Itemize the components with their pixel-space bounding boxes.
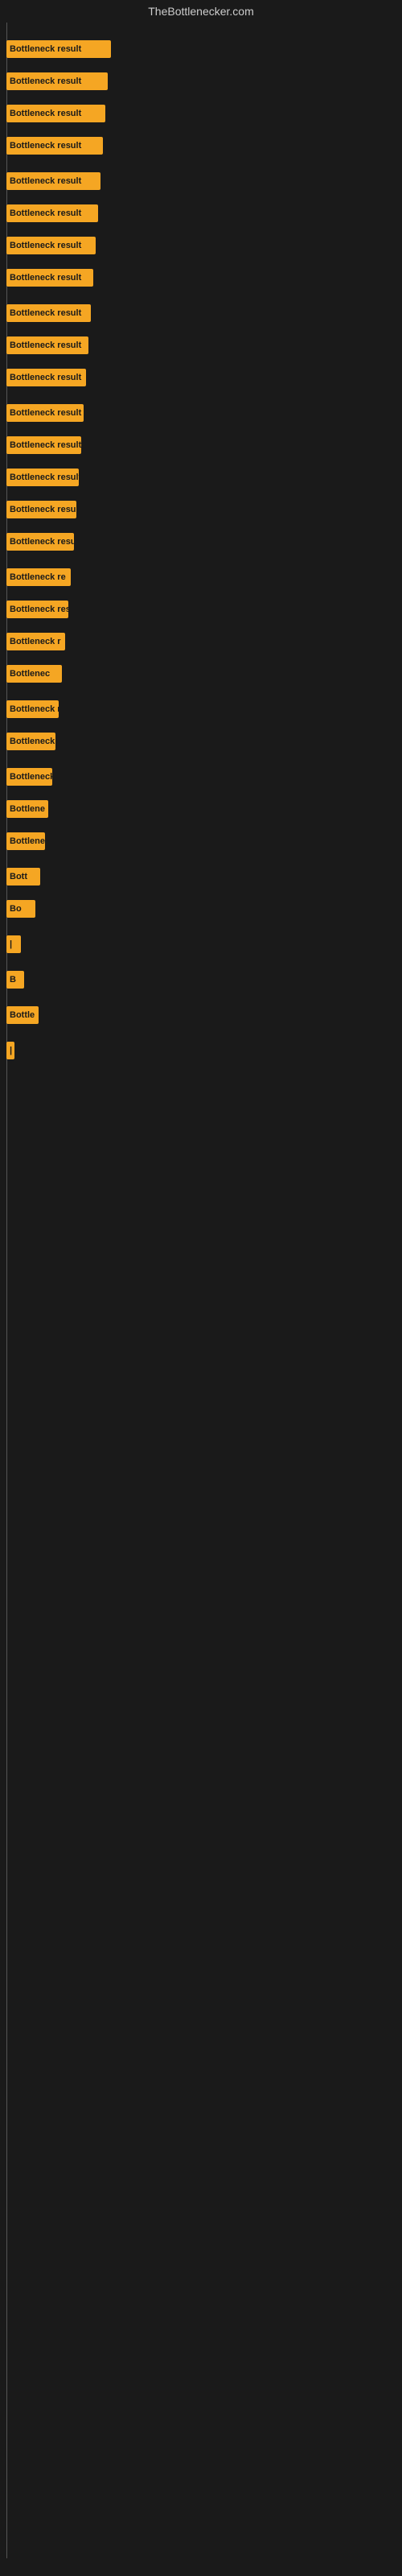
bar-label: Bottleneck r <box>10 637 61 646</box>
bar-label: Bottleneck result <box>10 605 68 614</box>
site-title: TheBottlenecker.com <box>0 0 402 23</box>
bar-item: Bottlene <box>6 800 48 818</box>
bar-item: Bottleneck r <box>6 832 45 850</box>
bar-label: Bottleneck result <box>10 176 81 186</box>
bar-label: Bottleneck result <box>10 505 76 514</box>
bar-label: Bott <box>10 872 27 881</box>
bar-item: Bottleneck result <box>6 369 86 386</box>
bar-item: Bottleneck result <box>6 172 100 190</box>
bar-item: Bottleneck result <box>6 237 96 254</box>
bar-label: Bottleneck <box>10 737 55 746</box>
bar-label: Bottleneck re <box>10 572 66 582</box>
bar-item: Bottleneck result <box>6 72 108 90</box>
bar-item: Bottleneck re <box>6 568 71 586</box>
bar-item: Bottleneck result <box>6 336 88 354</box>
bar-label: Bottleneck result <box>10 373 81 382</box>
axis-line <box>6 23 7 2558</box>
bar-label: Bottleneck result <box>10 208 81 218</box>
bar-label: Bottle <box>10 1010 35 1020</box>
bar-item: Bottleneck result <box>6 601 68 618</box>
bar-label: Bottleneck result <box>10 408 81 418</box>
bar-label: Bottleneck res <box>10 772 52 782</box>
bar-item: | <box>6 935 21 953</box>
bar-item: Bott <box>6 868 40 886</box>
chart-area: Bottleneck result Bottleneck result Bottle… <box>0 23 402 2558</box>
bar-item: Bottleneck result <box>6 469 79 486</box>
bar-label: Bottleneck result <box>10 308 81 318</box>
bar-item: Bo <box>6 900 35 918</box>
bar-label: Bottleneck result <box>10 76 81 86</box>
bar-label: Bottleneck r <box>10 704 59 714</box>
bar-item: | <box>6 1042 14 1059</box>
bar-item: Bottleneck result <box>6 533 74 551</box>
bar-item: Bottleneck result <box>6 436 81 454</box>
bar-label: Bottleneck result <box>10 341 81 350</box>
bar-label: Bottleneck r <box>10 836 45 846</box>
bar-item: Bottleneck result <box>6 105 105 122</box>
bar-label: Bottlene <box>10 804 45 814</box>
bar-label: Bottleneck result <box>10 141 81 151</box>
bar-label: B <box>10 975 16 985</box>
bar-label: Bottleneck result <box>10 473 79 482</box>
bar-label: Bottlenec <box>10 669 50 679</box>
bar-label: | <box>10 939 12 949</box>
bar-label: | <box>10 1046 12 1055</box>
bar-label: Bottleneck result <box>10 440 81 450</box>
bar-label: Bottleneck result <box>10 537 74 547</box>
bar-item: Bottleneck result <box>6 501 76 518</box>
bar-label: Bottleneck result <box>10 109 81 118</box>
bar-item: Bottleneck r <box>6 633 65 650</box>
bar-item: Bottleneck res <box>6 768 52 786</box>
bar-item: Bottleneck result <box>6 204 98 222</box>
bar-item: Bottleneck result <box>6 269 93 287</box>
bar-item: Bottleneck result <box>6 137 103 155</box>
bar-item: Bottleneck <box>6 733 55 750</box>
bar-item: Bottleneck r <box>6 700 59 718</box>
bar-item: Bottleneck result <box>6 40 111 58</box>
bar-label: Bottleneck result <box>10 44 81 54</box>
bar-item: Bottle <box>6 1006 39 1024</box>
bar-item: Bottleneck result <box>6 404 84 422</box>
bar-item: B <box>6 971 24 989</box>
bar-item: Bottlenec <box>6 665 62 683</box>
bar-label: Bottleneck result <box>10 273 81 283</box>
bar-label: Bottleneck result <box>10 241 81 250</box>
bar-label: Bo <box>10 904 22 914</box>
bar-item: Bottleneck result <box>6 304 91 322</box>
